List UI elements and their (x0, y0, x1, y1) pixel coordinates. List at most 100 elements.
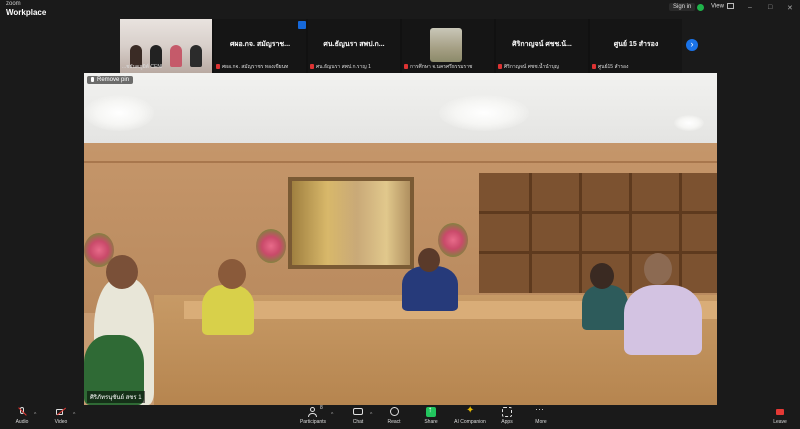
tile-label-text: ศน.ธัญนรา สพป.ก.ราญ 1 (316, 64, 371, 70)
tile-label: ศูนย์15 สำรอง (592, 63, 628, 71)
main-video[interactable]: Remove pin ศิริภัทรนุชันย์ สชร 1 (84, 73, 717, 405)
ai-companion-label: AI Companion (454, 419, 486, 425)
video-label: Video (54, 419, 68, 425)
title-bar: zoom Workplace Sign in View – □ ✕ (0, 0, 800, 17)
chevron-right-icon[interactable]: › (686, 39, 698, 51)
video-person (402, 266, 458, 311)
shelf-col (679, 173, 682, 293)
tile-label: ...ชยันตภูมิต์ CENI (122, 64, 163, 70)
gallery-tile[interactable]: ศูนย์ 15 สำรอง ศูนย์15 สำรอง (590, 19, 682, 73)
more-button[interactable]: More (521, 404, 561, 425)
remove-pin-button[interactable]: Remove pin (87, 76, 134, 85)
tile-name: ศูนย์ 15 สำรอง (613, 41, 659, 48)
tile-label: ศน.ธัญนรา สพป.ก.ราญ 1 (310, 63, 371, 71)
leave-button[interactable]: Leave (760, 407, 800, 425)
video-person (582, 285, 628, 330)
video-flowers (256, 229, 286, 263)
video-person (624, 285, 702, 355)
participants-label: Participants (299, 419, 327, 425)
shelf-col (529, 173, 532, 293)
chevron-up-icon[interactable]: ^ (331, 412, 333, 418)
share-button[interactable]: Share (411, 405, 451, 425)
share-label: Share (424, 419, 438, 425)
video-person-head (106, 255, 138, 289)
notification-badge-icon (298, 21, 306, 29)
mic-muted-icon (592, 64, 596, 70)
gallery-tile[interactable]: ศิริกาญจน์ ศชช.น้... ศิริกาญจน์ ศชช.น้ำน… (496, 19, 588, 73)
minimize-button[interactable]: – (748, 4, 752, 11)
chevron-up-icon[interactable]: ^ (73, 412, 75, 418)
avatar (430, 28, 462, 62)
logo-top-text: zoom (6, 1, 21, 7)
people-icon (308, 407, 318, 417)
react-label: React (387, 419, 401, 425)
gallery-strip: ...ชยันตภูมิต์ CENI ศผอ.กจ. สมัญราช... ศ… (120, 19, 682, 73)
tile-label-text: ศูนย์15 สำรอง (598, 64, 629, 70)
video-light (674, 115, 704, 131)
tile-label: ศิริกาญจน์ ศชช.น้ำนำบุญ (498, 63, 559, 71)
mic-muted-icon (404, 64, 408, 70)
gallery-tile[interactable]: ...ชยันตภูมิต์ CENI (120, 19, 212, 73)
tile-name: ศน.ธัญนรา สพป.ก... (323, 41, 385, 48)
video-flowers (438, 223, 468, 257)
logo-bottom-text: Workplace (6, 8, 47, 17)
gallery-tile[interactable]: ศผอ.กจ. สมัญราช... ศผอ.กจ. สมัญราชร ทองเ… (214, 19, 306, 73)
mic-muted-icon (498, 64, 502, 70)
apps-label: Apps (501, 419, 513, 425)
shelf-col (629, 173, 632, 293)
participant-figure (170, 45, 182, 67)
gallery-tile[interactable]: ศน.ธัญนรา สพป.ก... ศน.ธัญนรา สพป.ก.ราญ 1 (308, 19, 400, 73)
grid-icon (726, 3, 734, 9)
close-window-button[interactable]: ✕ (787, 4, 793, 12)
video-portrait (288, 177, 414, 269)
more-label: More (535, 419, 547, 425)
meeting-toolbar: Audio ^ Video ^ Participants 8 ^ Chat ^ … (0, 404, 800, 429)
mic-icon (91, 77, 94, 82)
shield-icon[interactable] (697, 4, 704, 11)
chevron-up-icon[interactable]: ^ (34, 412, 36, 418)
tile-label: ศผอ.กจ. สมัญราชร ทองเขียนท (216, 63, 288, 71)
speaker-label: ศิริภัทรนุชันย์ สชร 1 (87, 391, 145, 403)
shelf-col (579, 173, 582, 293)
tile-name: ศิริกาญจน์ ศชช.น้... (512, 41, 572, 48)
react-button[interactable]: React (374, 407, 414, 425)
tile-label: การศึกษา จ.นครศรีธรรมราช (404, 63, 472, 71)
video-person-head (418, 248, 440, 272)
video-person-head (218, 259, 246, 289)
tile-label-text: ศิริกาญจน์ ศชช.น้ำนำบุญ (504, 64, 559, 70)
share-screen-icon (426, 405, 436, 417)
maximize-button[interactable]: □ (768, 4, 772, 11)
video-light (439, 95, 529, 131)
audio-label: Audio (15, 419, 29, 425)
video-light (84, 95, 154, 131)
participants-count: 8 (320, 405, 323, 411)
heart-icon (389, 407, 399, 417)
chevron-up-icon[interactable]: ^ (370, 412, 372, 418)
video-wall-line (84, 161, 717, 163)
chat-label: Chat (352, 419, 364, 425)
mic-muted-icon (216, 64, 220, 70)
leave-label: Leave (773, 419, 787, 425)
video-off-icon (56, 407, 66, 417)
more-icon (535, 404, 546, 417)
participants-button[interactable]: Participants (293, 407, 333, 425)
sparkle-icon (465, 405, 475, 417)
mic-muted-icon (17, 407, 27, 417)
leave-icon (775, 407, 785, 417)
ai-companion-button[interactable]: AI Companion (450, 405, 490, 425)
apps-icon (502, 407, 512, 417)
video-person (202, 285, 254, 335)
tile-name: ศผอ.กจ. สมัญราช... (229, 41, 291, 48)
sign-in-button[interactable]: Sign in (669, 3, 696, 11)
video-person-head (590, 263, 614, 289)
view-label: View (711, 3, 724, 10)
chat-icon (353, 407, 363, 417)
tile-label-text: ศผอ.กจ. สมัญราชร ทองเขียนท (222, 64, 289, 70)
video-person-head (644, 253, 672, 285)
participant-figure (190, 45, 202, 67)
zoom-logo: zoom Workplace (6, 1, 46, 17)
tile-label-text: การศึกษา จ.นครศรีธรรมราช (410, 64, 473, 70)
view-button[interactable]: View (711, 3, 734, 10)
remove-pin-label: Remove pin (97, 77, 130, 84)
video-ceiling (84, 73, 717, 143)
